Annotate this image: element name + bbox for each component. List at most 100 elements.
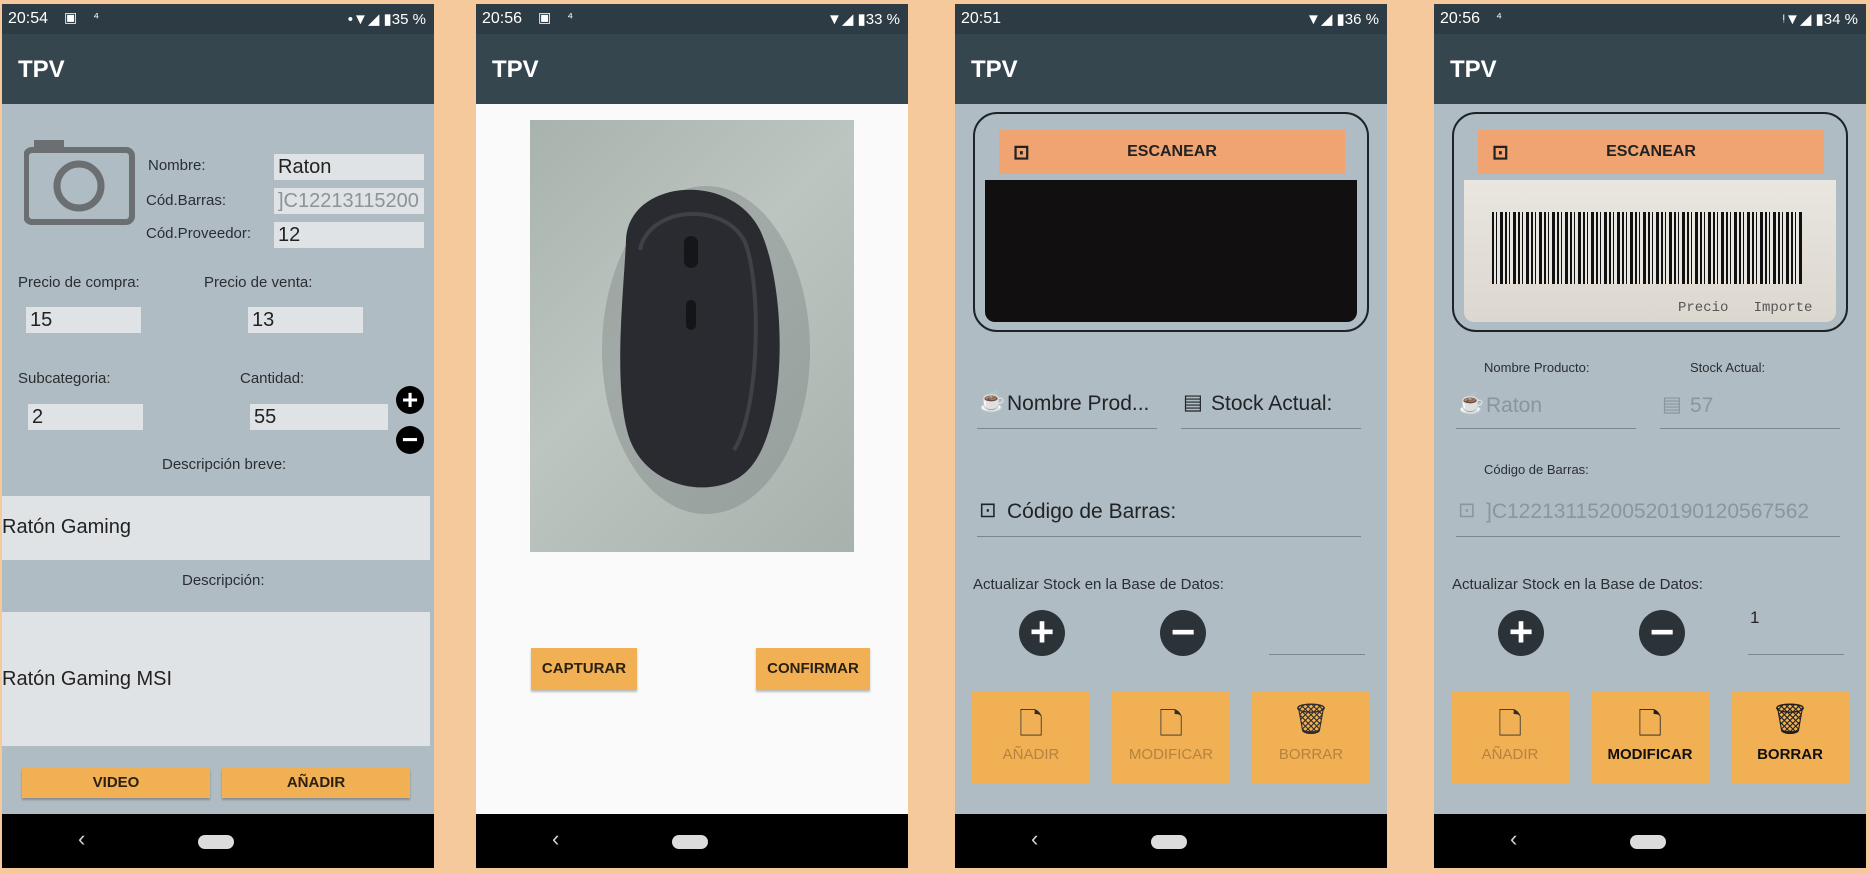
cantidad-label: Cantidad: (240, 370, 305, 387)
modify-button-label: MODIFICAR (1607, 746, 1693, 763)
decrement-icon[interactable]: − (396, 426, 424, 454)
stock-icon: ▤ (1662, 393, 1682, 416)
nombre-field[interactable]: Raton (274, 154, 424, 180)
stock-underline (1181, 428, 1361, 429)
barras-field[interactable]: ]C12213115200 (274, 188, 424, 214)
camera-preview (985, 180, 1357, 322)
codigo-barras-value[interactable]: ]C12213115200520190120567562 (1486, 500, 1809, 524)
phone-screen-stock-empty: 20:51 ▼◢ ▮36 % TPV ⊡ ESCANEAR ☕ Nombre P… (955, 4, 1387, 868)
precio-compra-field[interactable]: 15 (26, 307, 141, 333)
status-time: 20:56 (482, 10, 523, 27)
nombre-underline (977, 428, 1157, 429)
product-icon: ☕ (1458, 392, 1485, 415)
status-time: 20:51 (961, 10, 1002, 27)
update-stock-label: Actualizar Stock en la Base de Datos: (1452, 576, 1703, 593)
update-stock-label: Actualizar Stock en la Base de Datos: (973, 576, 1224, 593)
precio-venta-field[interactable]: 13 (248, 307, 363, 333)
app-title: TPV (1450, 56, 1497, 83)
cantidad-field[interactable]: 55 (250, 404, 388, 430)
stock-actual-hint[interactable]: Stock Actual: (1211, 392, 1332, 416)
status-battery: ▼◢ ▮36 % (1306, 11, 1379, 28)
add-button[interactable]: 🗋 AÑADIR (972, 692, 1090, 784)
increment-icon[interactable]: + (1019, 610, 1065, 656)
codigo-underline (977, 536, 1361, 537)
precio-venta-label: Precio de venta: (204, 274, 313, 291)
delete-button[interactable]: 🗑 BORRAR (1252, 692, 1370, 784)
quantity-input[interactable]: 1 (1750, 608, 1846, 634)
captured-photo (530, 120, 854, 552)
notification-icons: ⁴ (1496, 9, 1509, 25)
home-icon[interactable] (1630, 835, 1666, 849)
scan-button-label: ESCANEAR (1127, 143, 1217, 160)
home-icon[interactable] (1151, 835, 1187, 849)
app-title: TPV (18, 56, 65, 83)
receipt-text: Precio Importe (1678, 300, 1813, 316)
status-bar: 20:56 ▣ ⁴ ▼◢ ▮33 % (476, 4, 908, 34)
codigo-barras-label: Código de Barras: (1484, 462, 1589, 477)
descripcion-breve-label: Descripción breve: (162, 456, 287, 473)
nav-bar: ‹ (1434, 814, 1866, 868)
increment-icon[interactable]: + (1498, 610, 1544, 656)
app-bar: TPV (1434, 34, 1866, 104)
back-icon[interactable]: ‹ (1510, 826, 1517, 852)
notification-icons: ▣ ⁴ (64, 9, 106, 25)
back-icon[interactable]: ‹ (552, 826, 559, 852)
confirm-button-label: CONFIRMAR (767, 660, 859, 677)
nombre-producto-value[interactable]: Raton (1486, 394, 1542, 418)
add-button-label: AÑADIR (1481, 746, 1539, 763)
descripcion-breve-field[interactable]: Ratón Gaming (2, 496, 430, 560)
descripcion-field[interactable]: Ratón Gaming MSI (2, 612, 430, 746)
modify-button[interactable]: 🗋 MODIFICAR (1112, 692, 1230, 784)
barcode-image (1492, 212, 1802, 284)
stock-underline (1660, 428, 1840, 429)
video-button[interactable]: VIDEO (22, 768, 210, 798)
delete-button[interactable]: 🗑 BORRAR (1731, 692, 1849, 784)
modify-button[interactable]: 🗋 MODIFICAR (1591, 692, 1709, 784)
status-time: 20:54 (8, 10, 49, 27)
home-icon[interactable] (198, 835, 234, 849)
scan-button[interactable]: ⊡ ESCANEAR (1478, 130, 1824, 174)
nombre-producto-label: Nombre Producto: (1484, 360, 1590, 375)
decrement-icon[interactable]: − (1160, 610, 1206, 656)
scan-button[interactable]: ⊡ ESCANEAR (999, 130, 1345, 174)
camera-preview: Precio Importe (1464, 180, 1836, 322)
codigo-underline (1456, 536, 1840, 537)
back-icon[interactable]: ‹ (78, 826, 85, 852)
increment-icon[interactable]: + (396, 386, 424, 414)
video-button-label: VIDEO (92, 774, 140, 791)
phone-screen-camera: 20:56 ▣ ⁴ ▼◢ ▮33 % TPV CAPTURAR CONFIRMA… (476, 4, 908, 868)
back-icon[interactable]: ‹ (1031, 826, 1038, 852)
nav-bar: ‹ (2, 814, 434, 868)
capture-button-label: CAPTURAR (541, 660, 627, 677)
delete-button-label: BORRAR (1278, 746, 1344, 763)
app-bar: TPV (2, 34, 434, 104)
stock-actual-value[interactable]: 57 (1690, 394, 1713, 418)
modify-button-label: MODIFICAR (1128, 746, 1214, 763)
capture-button[interactable]: CAPTURAR (531, 648, 637, 690)
decrement-icon[interactable]: − (1639, 610, 1685, 656)
phone-screen-product-form: 20:54 ▣ ⁴ •▼◢ ▮35 % TPV Nombre: Raton Có… (2, 4, 434, 868)
proveedor-field[interactable]: 12 (274, 222, 424, 248)
status-bar: 20:54 ▣ ⁴ •▼◢ ▮35 % (2, 4, 434, 34)
confirm-button[interactable]: CONFIRMAR (756, 648, 870, 690)
codigo-barras-hint[interactable]: Código de Barras: (1007, 500, 1176, 524)
trash-icon: 🗑 (1770, 703, 1810, 736)
barras-label: Cód.Barras: (146, 192, 227, 209)
app-bar: TPV (476, 34, 908, 104)
descripcion-breve-value: Ratón Gaming (2, 516, 131, 538)
add-button[interactable]: AÑADIR (222, 768, 410, 798)
status-bar: 20:51 ▼◢ ▮36 % (955, 4, 1387, 34)
status-battery: ᵎ▼◢ ▮34 % (1782, 11, 1858, 28)
add-button[interactable]: 🗋 AÑADIR (1451, 692, 1569, 784)
app-title: TPV (492, 56, 539, 83)
trash-icon: 🗑 (1291, 703, 1331, 736)
quantity-underline (1269, 654, 1365, 655)
home-icon[interactable] (672, 835, 708, 849)
status-time: 20:56 (1440, 10, 1481, 27)
descripcion-label: Descripción: (182, 572, 265, 589)
camera-icon[interactable] (23, 136, 136, 226)
subcategoria-field[interactable]: 2 (28, 404, 143, 430)
nombre-producto-hint[interactable]: Nombre Prod... (1007, 392, 1149, 416)
barcode-icon: ⊡ (1458, 499, 1476, 522)
quantity-input[interactable] (1269, 606, 1365, 632)
